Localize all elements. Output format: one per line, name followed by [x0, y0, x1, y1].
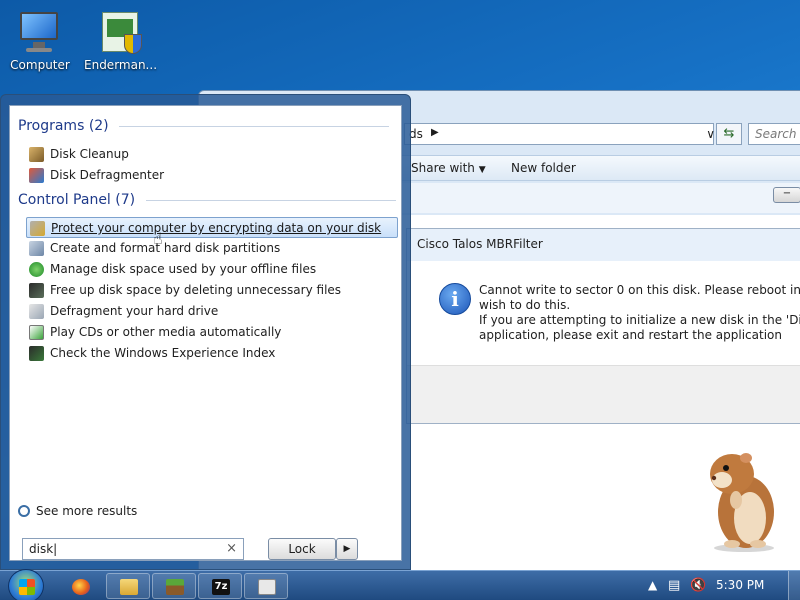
dialog-message: Cannot write to sector 0 on this disk. P…: [479, 283, 800, 343]
lock-button[interactable]: Lock: [268, 538, 336, 560]
taskbar-explorer[interactable]: [106, 573, 150, 599]
dialog-footer: [407, 365, 800, 423]
result-label: Defragment your hard drive: [50, 304, 219, 318]
sync-icon: [29, 262, 44, 277]
clock[interactable]: 5:30 PM: [716, 578, 764, 592]
start-button[interactable]: [8, 569, 44, 600]
program-shield-icon: [96, 8, 144, 56]
firefox-icon: [72, 579, 90, 595]
message-dialog: Cisco Talos MBRFilter i Cannot write to …: [406, 228, 800, 424]
breadcrumb-chevron-icon: ▶: [431, 127, 439, 138]
result-label: Free up disk space by deleting unnecessa…: [50, 283, 342, 297]
computer-icon: [16, 8, 64, 56]
address-dropdown-icon[interactable]: ∨: [706, 127, 715, 141]
hand-cursor-icon: ☝: [153, 229, 163, 248]
admin-tools-icon: [29, 283, 44, 298]
result-offline-files[interactable]: Manage disk space used by your offline f…: [26, 259, 398, 280]
autoplay-icon: [29, 325, 44, 340]
refresh-icon: ⇆: [723, 126, 735, 141]
start-menu: Programs (2) Disk Cleanup Disk Defragmen…: [0, 94, 411, 570]
result-label: Create and format hard disk partitions: [50, 241, 281, 255]
volume-muted-icon[interactable]: 🔇: [690, 578, 706, 593]
performance-icon: [29, 346, 44, 361]
result-experience-index[interactable]: Check the Windows Experience Index: [26, 343, 398, 364]
control-panel-header-label: Control Panel (7): [18, 192, 136, 208]
chevron-down-icon: ▼: [478, 165, 486, 175]
result-label: Disk Cleanup: [50, 147, 129, 161]
result-free-disk-space[interactable]: Free up disk space by deleting unnecessa…: [26, 280, 398, 301]
hamster-mascot-icon: [710, 453, 774, 552]
desktop-icon-label: Computer: [10, 58, 70, 72]
share-with-label: Share with: [411, 161, 475, 175]
info-icon: i: [439, 283, 471, 315]
programs-header-label: Programs (2): [18, 118, 109, 134]
grass-block-icon: [166, 579, 184, 595]
clear-search-icon[interactable]: ×: [226, 541, 237, 556]
defrag-icon: [29, 304, 44, 319]
result-create-format-partitions[interactable]: Create and format hard disk partitions: [26, 238, 398, 259]
message-line: wish to do this.: [479, 298, 571, 312]
desktop-icon-enderman[interactable]: Enderman...: [84, 8, 158, 72]
new-folder-button[interactable]: New folder: [511, 161, 576, 175]
programs-group-header[interactable]: Programs (2): [18, 118, 390, 134]
show-desktop-button[interactable]: [788, 571, 800, 600]
message-line: Cannot write to sector 0 on this disk. P…: [479, 283, 800, 297]
message-line: application, please exit and restart the…: [479, 328, 782, 342]
address-text: ds: [409, 127, 423, 141]
search-icon: [18, 505, 30, 517]
result-disk-defragmenter[interactable]: Disk Defragmenter: [26, 165, 398, 186]
control-panel-group-header[interactable]: Control Panel (7): [18, 192, 396, 208]
desktop-icon-label: Enderman...: [84, 58, 158, 72]
disk-management-icon: [29, 241, 44, 256]
explorer-search-input[interactable]: Search D: [748, 123, 800, 145]
windows-logo-icon: [19, 579, 35, 595]
address-row: ds ▶ ∨ ⇆ Search D: [404, 123, 800, 145]
message-line: If you are attempting to initialize a ne…: [479, 313, 800, 327]
result-autoplay[interactable]: Play CDs or other media automatically: [26, 322, 398, 343]
see-more-label: See more results: [36, 504, 138, 518]
bitlocker-icon: [30, 221, 45, 236]
network-icon[interactable]: ▤: [668, 578, 680, 593]
taskbar-minecraft[interactable]: [152, 573, 196, 599]
share-with-button[interactable]: Share with ▼: [411, 161, 486, 175]
shutdown-options-button[interactable]: ▶: [336, 538, 358, 560]
result-defragment-drive[interactable]: Defragment your hard drive: [26, 301, 398, 322]
address-bar[interactable]: ds ▶ ∨: [404, 123, 715, 145]
taskbar: 7z ▲ ▤ 🔇 5:30 PM: [0, 569, 800, 600]
7zip-icon: 7z: [212, 579, 230, 595]
show-hidden-icons-icon[interactable]: ▲: [648, 578, 657, 592]
refresh-button[interactable]: ⇆: [716, 123, 742, 145]
taskbar-7zip[interactable]: 7z: [198, 573, 242, 599]
system-tray: ▲ ▤ 🔇 5:30 PM: [630, 571, 800, 600]
window-icon: [258, 579, 276, 595]
result-label: Protect your computer by encrypting data…: [51, 221, 382, 235]
result-encrypt-disk[interactable]: Protect your computer by encrypting data…: [26, 217, 398, 238]
see-more-results-link[interactable]: See more results: [18, 504, 137, 518]
result-label: Manage disk space used by your offline f…: [50, 262, 317, 276]
disk-defragmenter-icon: [29, 168, 44, 183]
desktop-icon-computer[interactable]: Computer: [4, 8, 76, 72]
start-search-input[interactable]: disk| ×: [22, 538, 244, 560]
taskbar-firefox[interactable]: [58, 573, 102, 599]
result-label: Play CDs or other media automatically: [50, 325, 282, 339]
folder-icon: [120, 579, 138, 595]
text-caret: |: [53, 542, 58, 556]
search-placeholder: Search D: [755, 127, 800, 141]
taskbar-window[interactable]: [244, 573, 288, 599]
result-disk-cleanup[interactable]: Disk Cleanup: [26, 144, 398, 165]
chevron-right-icon: ▶: [343, 544, 351, 554]
search-results-pane: Programs (2) Disk Cleanup Disk Defragmen…: [9, 105, 402, 561]
result-label: Disk Defragmenter: [50, 168, 165, 182]
search-value: disk: [29, 542, 54, 556]
minimize-button[interactable]: −: [773, 187, 800, 203]
dialog-title: Cisco Talos MBRFilter: [407, 229, 800, 261]
disk-cleanup-icon: [29, 147, 44, 162]
result-label: Check the Windows Experience Index: [50, 346, 276, 360]
